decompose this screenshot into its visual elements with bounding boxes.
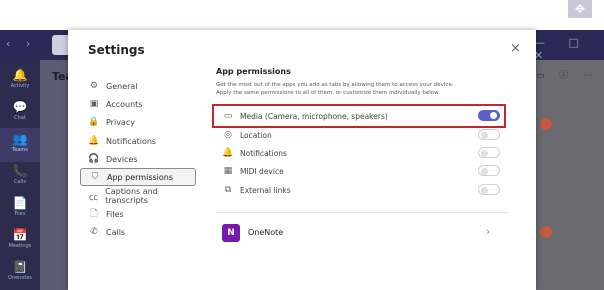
nav-item-label: Files xyxy=(106,209,124,219)
permission-row-external-links: ⧉ External links xyxy=(216,181,508,199)
accounts-icon: ▣ xyxy=(89,99,99,109)
settings-dialog: Settings × ⚙ General ▣ Accounts 🔒 Privac… xyxy=(68,30,536,290)
nav-item-accounts[interactable]: ▣ Accounts xyxy=(80,95,196,113)
file-icon: 🗋 xyxy=(90,209,98,219)
nav-arrows-icon[interactable]: ‹ › xyxy=(6,37,36,50)
notifications-toggle[interactable] xyxy=(478,147,500,158)
gear-icon: ⚙ xyxy=(89,81,99,91)
teams-app-rail: 🔔 Activity 💬 Chat 👥 Teams 📞 Calls 📄 File… xyxy=(0,60,40,290)
expand-arrows-icon[interactable]: ✥ xyxy=(568,0,592,18)
bell-icon: 🔔 xyxy=(88,136,100,146)
permission-row-media: ▭ Media (Camera, microphone, speakers) xyxy=(216,107,508,125)
nav-item-notifications[interactable]: 🔔 Notifications xyxy=(80,132,196,150)
rail-item-calls[interactable]: 📞 Calls xyxy=(0,160,40,194)
avatar xyxy=(540,226,552,238)
nav-item-label: Accounts xyxy=(106,99,143,109)
nav-item-label: App permissions xyxy=(107,172,174,182)
avatar xyxy=(540,118,552,130)
location-toggle[interactable] xyxy=(478,129,500,140)
external-links-toggle[interactable] xyxy=(478,184,500,195)
permission-label: Location xyxy=(240,130,272,140)
rail-item-chat[interactable]: 💬 Chat xyxy=(0,96,40,130)
nav-item-app-permissions[interactable]: ⛉ App permissions xyxy=(80,168,196,186)
headset-icon: 🎧 xyxy=(88,154,100,164)
nav-item-label: Privacy xyxy=(106,117,135,127)
nav-item-general[interactable]: ⚙ General xyxy=(80,77,196,95)
permission-row-notifications: 🔔 Notifications xyxy=(216,144,508,162)
external-link-icon: ⧉ xyxy=(224,185,232,195)
page-top-strip: ✥ xyxy=(0,0,604,30)
permission-row-midi-device: ▦ MIDI device xyxy=(216,162,508,180)
rail-item-meetings[interactable]: 📅 Meetings xyxy=(0,224,40,258)
permission-row-location: ◎ Location xyxy=(216,126,508,144)
chat-icon: 💬 xyxy=(12,100,28,114)
section-description: Get the most out of the apps you add as … xyxy=(216,82,454,96)
phone-icon: 📞 xyxy=(12,164,28,178)
notebook-icon: 📓 xyxy=(12,260,28,274)
phone-icon: ✆ xyxy=(90,227,98,237)
camera-icon: ▭ xyxy=(223,111,233,121)
permission-label: Notifications xyxy=(240,148,287,158)
shield-icon: ⛉ xyxy=(91,172,99,182)
window-controls-icon[interactable]: — □ ✕ xyxy=(534,36,604,62)
permission-label: MIDI device xyxy=(240,166,284,176)
nav-item-label: Notifications xyxy=(106,136,157,146)
lock-icon: 🔒 xyxy=(88,117,100,127)
midi-device-toggle[interactable] xyxy=(478,165,500,176)
rail-item-onenotes[interactable]: 📓 Onenotes xyxy=(0,256,40,290)
nav-item-label: Devices xyxy=(106,154,138,164)
bell-icon: 🔔 xyxy=(12,68,28,82)
nav-item-files[interactable]: 🗋 Files xyxy=(80,205,196,223)
teams-icon: 👥 xyxy=(12,132,28,146)
permission-label: Media (Camera, microphone, speakers) xyxy=(240,111,388,121)
keyboard-icon: ▦ xyxy=(223,166,233,176)
location-icon: ◎ xyxy=(224,130,232,140)
meeting-info-icons[interactable]: ▭ ⓘ ⋯ xyxy=(536,68,598,81)
permission-label: External links xyxy=(240,185,291,195)
chevron-right-icon: › xyxy=(486,225,491,238)
app-row-onenote[interactable]: N OneNote › xyxy=(216,222,508,244)
section-title: App permissions xyxy=(216,67,291,76)
rail-item-teams[interactable]: 👥 Teams xyxy=(0,128,40,162)
nav-item-calls[interactable]: ✆ Calls xyxy=(80,223,196,241)
app-permissions-content: App permissions Get the most out of the … xyxy=(212,30,516,290)
divider xyxy=(216,212,508,213)
bell-icon: 🔔 xyxy=(222,148,234,158)
nav-item-devices[interactable]: 🎧 Devices xyxy=(80,150,196,168)
calendar-icon: 📅 xyxy=(12,228,28,242)
rail-item-files[interactable]: 📄 Files xyxy=(0,192,40,226)
cc-icon: ㏄ xyxy=(89,192,99,203)
media-toggle[interactable] xyxy=(478,110,500,121)
file-icon: 📄 xyxy=(12,196,28,210)
nav-item-label: General xyxy=(106,81,138,91)
nav-item-label: Captions and transcripts xyxy=(105,187,158,205)
rail-item-activity[interactable]: 🔔 Activity xyxy=(0,64,40,98)
nav-item-captions-and-transcripts[interactable]: ㏄ Captions and transcripts xyxy=(80,187,196,205)
dialog-title: Settings xyxy=(88,43,145,57)
onenote-icon: N xyxy=(222,224,240,242)
nav-item-privacy[interactable]: 🔒 Privacy xyxy=(80,113,196,131)
app-name: OneNote xyxy=(248,228,284,237)
nav-item-label: Calls xyxy=(106,227,126,237)
